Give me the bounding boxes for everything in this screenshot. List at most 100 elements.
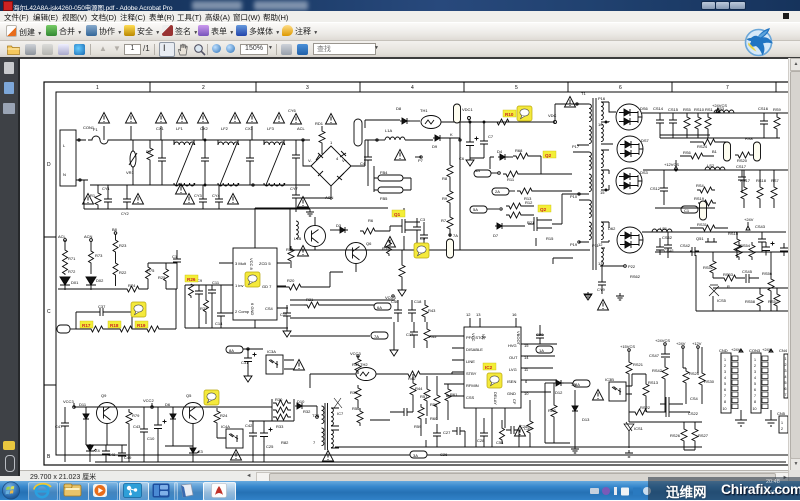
svg-text:C6: C6 (459, 156, 465, 161)
svg-text:6: 6 (785, 387, 787, 391)
svg-text:R57: R57 (420, 394, 428, 399)
svg-text:2: 2 (781, 427, 783, 431)
svg-text:13: 13 (476, 312, 481, 317)
svg-text:R: R (727, 284, 730, 289)
svg-text:RS26: RS26 (670, 433, 681, 438)
svg-text:10: 10 (524, 391, 529, 396)
svg-text:DISABLE: DISABLE (466, 347, 483, 352)
svg-text:R39: R39 (350, 390, 358, 395)
svg-text:V-: V- (308, 158, 312, 163)
svg-text:Q2: Q2 (540, 207, 547, 212)
svg-text:LS2: LS2 (707, 163, 715, 168)
svg-text:D6: D6 (165, 402, 171, 407)
svg-text:T1: T1 (581, 91, 586, 96)
svg-text:RS53: RS53 (723, 272, 734, 277)
svg-text:D8: D8 (396, 106, 402, 111)
svg-text:C1: C1 (684, 208, 690, 213)
svg-text:5: 5 (785, 381, 787, 385)
svg-text:16: 16 (512, 312, 517, 317)
svg-text:ZCD 5: ZCD 5 (259, 261, 271, 266)
svg-text:4: 4 (336, 156, 339, 161)
svg-text:+24V: +24V (731, 347, 741, 352)
svg-text:6: 6 (754, 388, 756, 392)
svg-text:C11: C11 (212, 280, 220, 285)
svg-text:R7: R7 (441, 218, 447, 223)
svg-text:R1: R1 (90, 193, 96, 198)
svg-text:C26: C26 (440, 452, 448, 457)
svg-text:C47: C47 (55, 424, 63, 429)
svg-text:VCC2: VCC2 (143, 398, 154, 403)
svg-text:Q9: Q9 (101, 393, 107, 398)
svg-text:CN5: CN5 (777, 411, 786, 416)
svg-text:12: 12 (466, 312, 471, 317)
svg-text:VDC: VDC (548, 113, 557, 118)
svg-text:LS3: LS3 (717, 106, 725, 111)
svg-text:C25: C25 (266, 444, 274, 449)
svg-text:HVG: HVG (508, 343, 517, 348)
svg-text:8: 8 (754, 400, 756, 404)
svg-text:R28: R28 (286, 247, 294, 252)
svg-text:Z3: Z3 (198, 449, 203, 454)
svg-text:CS4: CS4 (265, 306, 274, 311)
svg-text:7A: 7A (453, 233, 458, 238)
svg-text:4: 4 (754, 376, 756, 380)
svg-text:R10: R10 (505, 112, 514, 117)
svg-text:R58: R58 (430, 402, 438, 407)
svg-text:RS19: RS19 (694, 196, 705, 201)
svg-text:1: 1 (754, 358, 756, 362)
svg-text:FB5: FB5 (380, 196, 388, 201)
svg-text:RS9: RS9 (773, 107, 782, 112)
svg-text:R20: R20 (287, 278, 295, 283)
svg-text:CS15: CS15 (668, 107, 679, 112)
svg-text:14: 14 (524, 355, 529, 360)
svg-text:Q51: Q51 (696, 236, 704, 241)
svg-text:N: N (63, 172, 66, 177)
svg-text:C15: C15 (280, 312, 288, 317)
svg-text:R27: R27 (200, 306, 208, 311)
svg-text:1: 1 (724, 358, 726, 362)
svg-text:RS15: RS15 (728, 231, 739, 236)
svg-text:C46: C46 (391, 299, 399, 304)
svg-text:3: 3 (724, 370, 726, 374)
svg-text:OUT: OUT (509, 355, 518, 360)
svg-text:C18: C18 (414, 299, 422, 304)
svg-text:R60: R60 (430, 416, 438, 421)
svg-text:LINE: LINE (466, 359, 475, 364)
svg-text:STBY: STBY (466, 371, 477, 376)
svg-text:1A: 1A (539, 348, 544, 353)
svg-text:7A: 7A (374, 334, 379, 339)
svg-text:CX2: CX2 (200, 126, 209, 131)
svg-text:LS1: LS1 (660, 226, 668, 231)
svg-text:R43: R43 (428, 308, 436, 313)
svg-text:RS54: RS54 (740, 243, 751, 248)
svg-text:ICS5: ICS5 (717, 298, 727, 303)
svg-text:CON3: CON3 (749, 348, 761, 353)
svg-text:2 Comp: 2 Comp (235, 309, 250, 314)
svg-text:8: 8 (724, 400, 726, 404)
svg-text:C28: C28 (477, 438, 485, 443)
svg-text:R73: R73 (95, 253, 103, 258)
svg-text:R33: R33 (276, 424, 284, 429)
svg-text:1: 1 (330, 140, 333, 145)
svg-text:K: K (450, 132, 453, 137)
svg-text:6: 6 (619, 85, 622, 91)
svg-text:P22: P22 (628, 264, 636, 269)
svg-text:7: 7 (724, 394, 726, 398)
svg-text:R72: R72 (68, 269, 76, 274)
svg-text:D01: D01 (71, 280, 79, 285)
svg-text:NC: NC (481, 334, 486, 340)
svg-text:IC3B: IC3B (605, 377, 614, 382)
svg-text:15: 15 (600, 190, 605, 195)
svg-text:R61: R61 (450, 392, 458, 397)
svg-text:R8: R8 (442, 176, 448, 181)
svg-text:Q6: Q6 (366, 241, 372, 246)
svg-text:P16: P16 (598, 96, 606, 101)
svg-text:CS41: CS41 (664, 248, 675, 253)
svg-text:CS47: CS47 (649, 353, 660, 358)
svg-text:R35: R35 (382, 246, 390, 251)
svg-text:GD 7: GD 7 (262, 284, 272, 289)
svg-text:LF3: LF3 (267, 126, 275, 131)
svg-text:CS4: CS4 (690, 396, 699, 401)
svg-text:8A: 8A (229, 348, 234, 353)
svg-text:10: 10 (598, 122, 603, 127)
